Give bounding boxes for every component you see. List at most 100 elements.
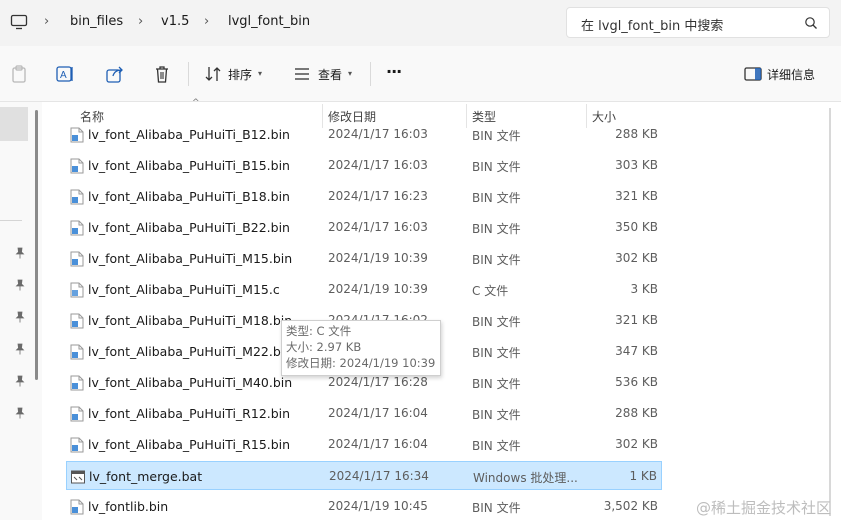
file-type: BIN 文件 (472, 129, 521, 143)
file-type: BIN 文件 (472, 222, 521, 236)
bin-file-icon (70, 158, 84, 174)
sort-ascending-icon: ^ (192, 98, 200, 108)
file-name: lv_font_Alibaba_PuHuiTi_B22.bin (88, 220, 290, 235)
breadcrumb-lvgl-font-bin[interactable]: lvgl_font_bin (228, 14, 310, 29)
sort-button[interactable]: 排序 (228, 66, 252, 83)
file-size: 347 KB (615, 344, 658, 358)
view-icon[interactable] (292, 64, 312, 84)
file-size: 302 KB (615, 437, 658, 451)
nav-selected-item[interactable] (0, 107, 28, 141)
file-date: 2024/1/17 16:28 (328, 375, 428, 389)
pin-icon[interactable] (15, 247, 25, 259)
file-name: lv_font_Alibaba_PuHuiTi_B12.bin (88, 127, 290, 142)
file-size: 303 KB (615, 158, 658, 172)
file-size: 321 KB (615, 189, 658, 203)
chevron-down-icon[interactable]: ▾ (348, 69, 352, 78)
rename-icon[interactable]: A (55, 64, 75, 84)
address-bar: › bin_files › v1.5 › lvgl_font_bin 在 lvg… (0, 0, 841, 46)
bin-file-icon (70, 344, 84, 360)
sort-icon[interactable] (203, 64, 223, 84)
pin-icon[interactable] (15, 279, 25, 291)
details-button[interactable]: 详细信息 (767, 66, 815, 83)
file-size: 3 KB (630, 282, 658, 296)
tooltip-size: 大小: 2.97 KB (286, 340, 362, 354)
file-size: 288 KB (615, 406, 658, 420)
file-size: 302 KB (615, 251, 658, 265)
file-info-tooltip: 类型: C 文件 大小: 2.97 KB 修改日期: 2024/1/19 10:… (281, 320, 441, 376)
file-row[interactable]: lv_font_Alibaba_PuHuiTi_R15.bin 2024/1/17… (66, 430, 662, 459)
pin-icon[interactable] (15, 343, 25, 355)
file-name: lv_font_Alibaba_PuHuiTi_B18.bin (88, 189, 290, 204)
file-type: BIN 文件 (472, 315, 521, 329)
file-name: lv_font_Alibaba_PuHuiTi_R15.bin (88, 437, 291, 452)
file-date: 2024/1/19 10:39 (328, 251, 428, 265)
file-row[interactable]: lv_font_Alibaba_PuHuiTi_M15.c 2024/1/19 1… (66, 275, 662, 304)
paste-icon[interactable] (9, 64, 29, 84)
file-type: BIN 文件 (472, 346, 521, 360)
chevron-down-icon[interactable]: ▾ (258, 69, 262, 78)
bin-file-icon (70, 437, 84, 453)
file-name: lv_font_Alibaba_PuHuiTi_M40.bin (88, 375, 293, 390)
view-button[interactable]: 查看 (318, 66, 342, 83)
file-row[interactable]: lv_font_Alibaba_PuHuiTi_B15.bin 2024/1/17… (66, 151, 662, 180)
watermark: @稀土掘金技术社区 (695, 499, 831, 517)
file-size: 536 KB (615, 375, 658, 389)
chevron-right-icon[interactable]: › (138, 14, 143, 29)
breadcrumb-bin-files[interactable]: bin_files (70, 14, 123, 29)
file-list: ^ 名称 修改日期 类型 大小 lv_font_Alibaba_PuHuiTi_… (42, 98, 841, 520)
pin-icon[interactable] (15, 311, 25, 323)
file-row[interactable]: lv_font_Alibaba_PuHuiTi_B12.bin 2024/1/17… (66, 120, 662, 149)
more-options-button[interactable]: ··· (386, 62, 402, 81)
file-size: 350 KB (615, 220, 658, 234)
file-row[interactable]: lv_font_Alibaba_PuHuiTi_R12.bin 2024/1/17… (66, 399, 662, 428)
file-type: BIN 文件 (472, 253, 521, 267)
tooltip-type: 类型: C 文件 (286, 324, 352, 338)
file-type: BIN 文件 (472, 439, 521, 453)
file-date: 2024/1/17 16:03 (328, 127, 428, 141)
file-row[interactable]: lv_font_merge.bat 2024/1/17 16:34 Windows … (66, 461, 662, 490)
nav-scrollbar[interactable] (35, 110, 38, 380)
chevron-right-icon[interactable]: › (204, 14, 209, 29)
file-type: BIN 文件 (472, 191, 521, 205)
delete-icon[interactable] (152, 64, 172, 84)
bin-file-icon (70, 406, 84, 422)
breadcrumb-v1-5[interactable]: v1.5 (161, 14, 189, 29)
file-date: 2024/1/17 16:03 (328, 220, 428, 234)
file-date: 2024/1/19 10:45 (328, 499, 428, 513)
bin-file-icon (70, 375, 84, 391)
share-icon[interactable] (105, 64, 125, 84)
toolbar-divider (188, 62, 189, 86)
details-pane-icon[interactable] (743, 64, 763, 84)
bin-file-icon (70, 189, 84, 205)
file-name: lv_font_merge.bat (89, 469, 203, 484)
bin-file-icon (70, 499, 84, 515)
file-name: lv_font_Alibaba_PuHuiTi_R12.bin (88, 406, 291, 421)
toolbar-divider (370, 62, 371, 86)
pin-icon[interactable] (15, 375, 25, 387)
file-size: 1 KB (629, 469, 657, 483)
file-row[interactable]: lv_font_Alibaba_PuHuiTi_B18.bin 2024/1/17… (66, 182, 662, 211)
file-row[interactable]: lv_font_Alibaba_PuHuiTi_B22.bin 2024/1/17… (66, 213, 662, 242)
file-date: 2024/1/17 16:03 (328, 158, 428, 172)
file-type: BIN 文件 (472, 501, 521, 515)
file-row[interactable]: lv_font_Alibaba_PuHuiTi_M15.bin 2024/1/19… (66, 244, 662, 273)
bin-file-icon (70, 313, 84, 329)
pin-icon[interactable] (15, 407, 25, 419)
file-date: 2024/1/17 16:04 (328, 406, 428, 420)
command-bar: A 排序 ▾ 查看 ▾ ··· 详细信息 (0, 46, 841, 102)
file-type: BIN 文件 (472, 377, 521, 391)
tooltip-date: 修改日期: 2024/1/19 10:39 (286, 356, 436, 370)
file-size: 288 KB (615, 127, 658, 141)
file-list-scrollbar[interactable] (829, 108, 831, 516)
chevron-right-icon[interactable]: › (44, 14, 49, 29)
file-size: 321 KB (615, 313, 658, 327)
file-date: 2024/1/17 16:04 (328, 437, 428, 451)
file-name: lv_font_Alibaba_PuHuiTi_M18.bin (88, 313, 293, 328)
file-date: 2024/1/19 10:39 (328, 282, 428, 296)
file-row[interactable]: lv_fontlib.bin 2024/1/19 10:45 BIN 文件 3,502… (66, 492, 662, 520)
this-pc-icon[interactable] (10, 13, 28, 31)
search-input[interactable]: 在 lvgl_font_bin 中搜索 (566, 7, 830, 38)
file-name: lv_font_Alibaba_PuHuiTi_M15.c (88, 282, 280, 297)
file-name: lv_font_Alibaba_PuHuiTi_M22.bin (88, 344, 293, 359)
file-date: 2024/1/17 16:34 (329, 469, 429, 483)
